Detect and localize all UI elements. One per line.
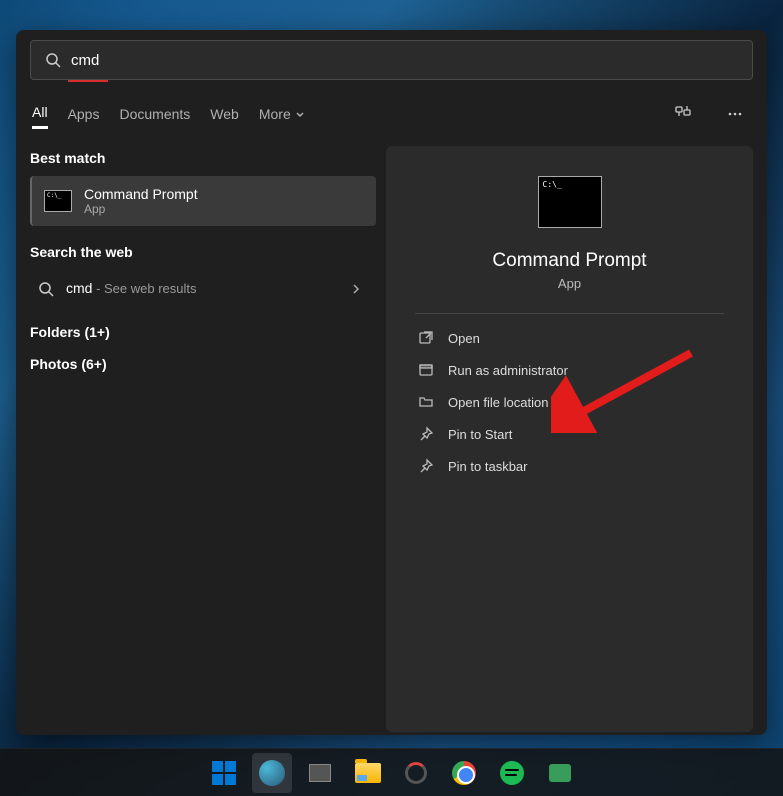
tab-documents[interactable]: Documents [119,102,190,126]
explorer-icon [355,763,381,783]
search-web-item[interactable]: cmd - See web results [30,270,376,308]
search-icon [259,760,285,786]
action-label: Run as administrator [448,363,568,378]
best-match-title: Command Prompt [84,186,198,202]
chevron-right-icon [350,283,362,295]
tab-more[interactable]: More [259,102,305,126]
chat-icon [549,764,571,782]
preview-subtitle: App [558,276,581,291]
taskbar-chat[interactable] [540,753,580,793]
circle-icon [405,762,427,784]
chrome-icon [452,761,476,785]
web-query: cmd [66,280,92,296]
pin-icon [418,426,434,442]
taskbar-taskview[interactable] [300,753,340,793]
divider [415,313,723,314]
best-match-subtitle: App [84,202,198,216]
pin-icon [418,458,434,474]
taskbar-app-1[interactable] [396,753,436,793]
more-button[interactable] [719,98,751,130]
action-label: Pin to Start [448,427,512,442]
taskbar-chrome[interactable] [444,753,484,793]
action-label: Pin to taskbar [448,459,528,474]
best-match-command-prompt[interactable]: Command Prompt App [30,176,376,226]
settings-icon [674,105,692,123]
taskbar-search[interactable] [252,753,292,793]
taskbar-spotify[interactable] [492,753,532,793]
web-suffix: - See web results [92,281,196,296]
preview-title: Command Prompt [492,250,646,272]
actions-list: Open Run as administrator Open file loca… [402,322,737,482]
windows-icon [212,761,236,785]
action-open-file-location[interactable]: Open file location [416,386,723,418]
tab-web[interactable]: Web [210,102,239,126]
tabs-row: All Apps Documents Web More [30,98,753,130]
spotify-icon [500,761,524,785]
preview-panel: Command Prompt App Open Run as administr… [386,146,753,732]
best-match-header: Best match [30,150,376,166]
search-icon [38,281,54,297]
annotation-underline [68,80,108,82]
start-button[interactable] [204,753,244,793]
results-column: Best match Command Prompt App Search the… [30,146,376,732]
taskbar-explorer[interactable] [348,753,388,793]
taskview-icon [309,764,331,782]
tab-all[interactable]: All [32,100,48,129]
folders-section[interactable]: Folders (1+) [30,324,376,340]
settings-button[interactable] [667,98,699,130]
chevron-down-icon [295,109,305,119]
command-prompt-icon-large [538,176,602,228]
action-label: Open file location [448,395,548,410]
admin-icon [418,362,434,378]
folder-icon [418,394,434,410]
photos-section[interactable]: Photos (6+) [30,356,376,372]
search-icon [45,52,61,68]
action-run-administrator[interactable]: Run as administrator [416,354,723,386]
search-box[interactable] [30,40,753,80]
open-icon [418,330,434,346]
more-icon [726,105,744,123]
action-pin-taskbar[interactable]: Pin to taskbar [416,450,723,482]
tab-more-label: More [259,106,291,122]
action-pin-start[interactable]: Pin to Start [416,418,723,450]
action-open[interactable]: Open [416,322,723,354]
search-web-header: Search the web [30,244,376,260]
search-input[interactable] [71,52,738,69]
action-label: Open [448,331,480,346]
search-panel: All Apps Documents Web More Best match C… [16,30,767,735]
tab-apps[interactable]: Apps [68,102,100,126]
taskbar [0,748,783,796]
command-prompt-icon [44,190,72,212]
